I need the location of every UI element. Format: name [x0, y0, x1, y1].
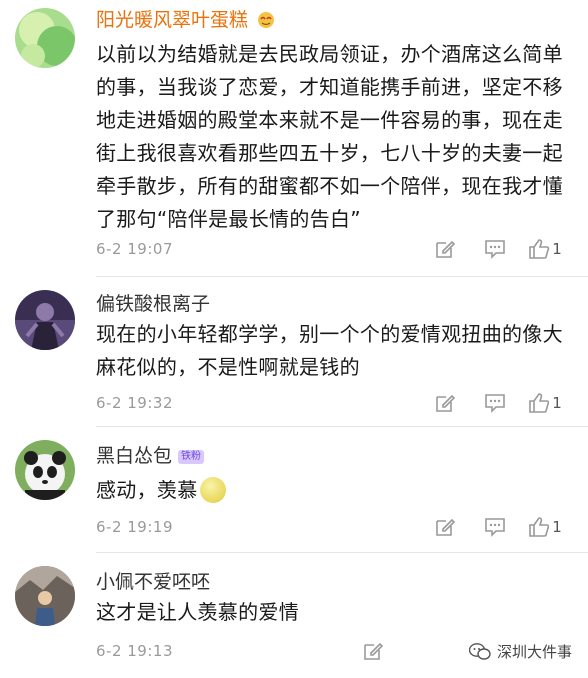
comment-item: 偏铁酸根离子 现在的小年轻都学学，别一个个的爱情观扭曲的像大麻花似的，不是性啊就… [0, 280, 588, 430]
comment-button[interactable] [470, 390, 520, 416]
edit-button[interactable] [420, 390, 470, 416]
comment-button[interactable] [470, 236, 520, 262]
username[interactable]: 阳光暖风翠叶蛋糕 [96, 8, 276, 32]
like-count: 1 [552, 518, 562, 536]
comment-button[interactable] [470, 514, 520, 540]
avatar[interactable] [15, 8, 75, 68]
comment-actions: 1 [420, 390, 570, 416]
like-button[interactable]: 1 [520, 514, 570, 540]
comment-icon [485, 518, 505, 537]
comment-icon [485, 394, 505, 413]
edit-icon [436, 394, 456, 412]
comment-text: 以前以为结婚就是去民政局领证，办个酒席这么简单的事，当我谈了恋爱，才知道能携手前… [96, 42, 563, 231]
username[interactable]: 黑白怂包 铁粉 [96, 444, 205, 468]
comment-actions: 1 [420, 236, 570, 262]
comment-item: 黑白怂包 铁粉 感动，羡慕 6-2 19:19 1 [0, 430, 588, 556]
edit-icon [436, 240, 456, 258]
comment-text: 这才是让人羡慕的爱情 [96, 600, 299, 624]
wechat-icon [468, 642, 491, 660]
like-button[interactable]: 1 [520, 390, 570, 416]
timestamp: 6-2 19:19 [96, 518, 173, 536]
avatar[interactable] [15, 440, 75, 500]
like-icon [529, 239, 550, 259]
comment-text: 感动，羡慕 [96, 474, 576, 507]
edit-button[interactable] [420, 236, 470, 262]
timestamp: 6-2 19:32 [96, 394, 173, 412]
crown-emoji-icon [258, 12, 275, 28]
timestamp: 6-2 19:07 [96, 240, 173, 258]
timestamp: 6-2 19:13 [96, 642, 173, 660]
comment-item: 阳光暖风翠叶蛋糕 以前以为结婚就是去民政局领证，办个酒席这么简单的事，当我谈了恋… [0, 0, 588, 277]
avatar[interactable] [15, 566, 75, 626]
username[interactable]: 小佩不爱呸呸 [96, 570, 210, 594]
edit-button[interactable] [420, 514, 470, 540]
watermark-text: 深圳大件事 [496, 643, 572, 661]
comment-actions: 1 [420, 514, 570, 540]
like-button[interactable]: 1 [520, 236, 570, 262]
edit-icon [436, 518, 456, 536]
divider [96, 426, 588, 427]
comment-actions [348, 638, 398, 664]
fan-badge: 铁粉 [178, 450, 205, 464]
divider [96, 276, 588, 277]
like-count: 1 [552, 394, 562, 412]
edit-icon [364, 642, 384, 660]
edit-button[interactable] [348, 638, 398, 664]
envy-emoji-icon [199, 477, 226, 503]
username[interactable]: 偏铁酸根离子 [96, 292, 210, 316]
divider [96, 552, 588, 553]
like-icon [529, 393, 550, 413]
watermark: 深圳大件事 [468, 641, 572, 662]
comment-icon [485, 240, 505, 259]
like-icon [529, 517, 550, 537]
like-count: 1 [552, 240, 562, 258]
comment-text: 现在的小年轻都学学，别一个个的爱情观扭曲的像大麻花似的，不是性啊就是钱的 [96, 322, 563, 379]
avatar[interactable] [15, 290, 75, 350]
